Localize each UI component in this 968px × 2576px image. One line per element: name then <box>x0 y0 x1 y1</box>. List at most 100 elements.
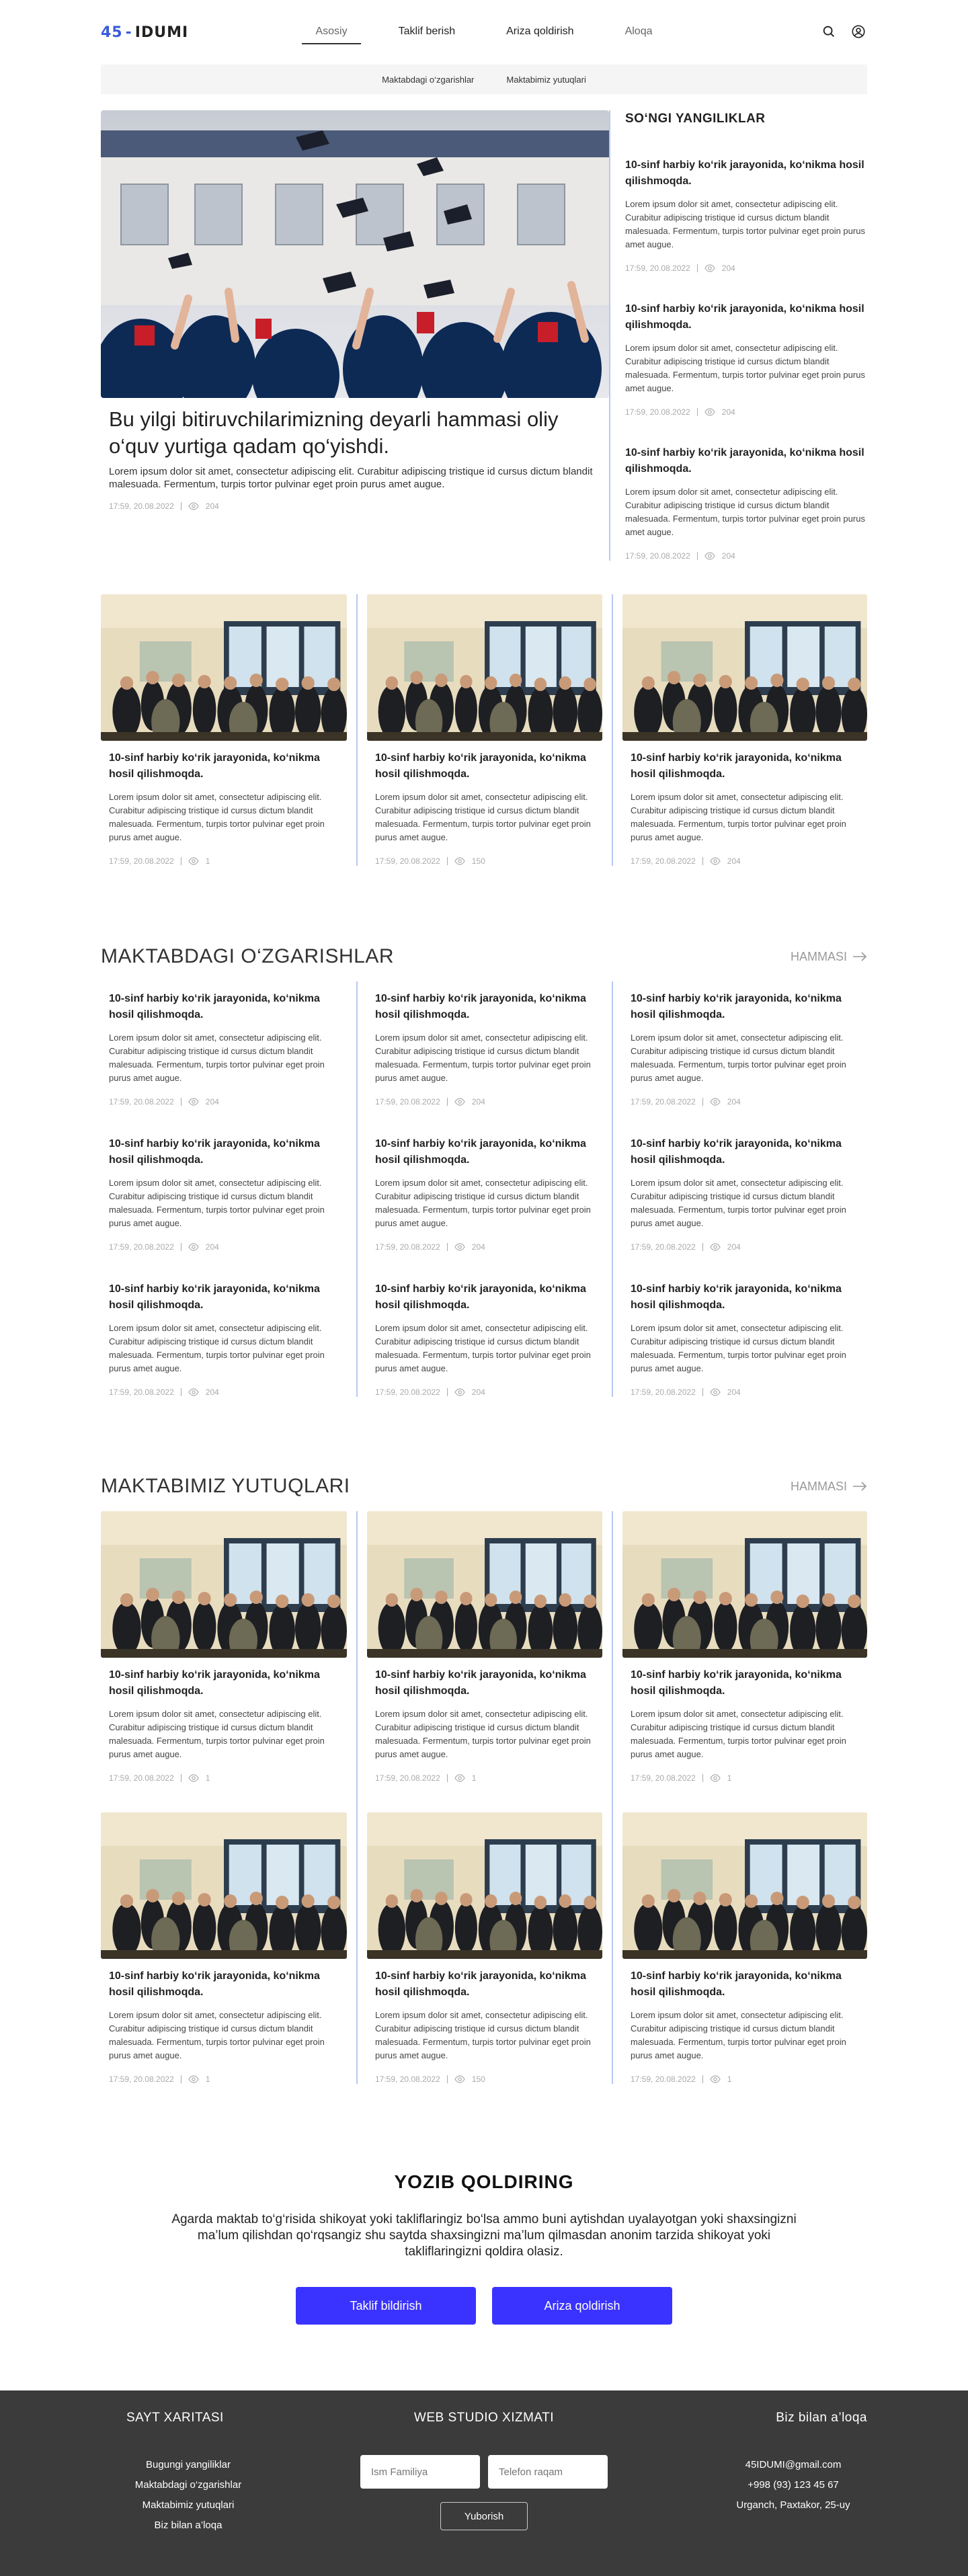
date-label: 17:59, 20.08.2022 <box>631 856 696 866</box>
nav-contact[interactable]: Aloqa <box>612 20 666 44</box>
card-title[interactable]: 10-sinf harbiy ko‘rik jarayonida, ko‘nik… <box>631 1667 859 1699</box>
card-title[interactable]: 10-sinf harbiy ko‘rik jarayonida, ko‘nik… <box>631 991 859 1023</box>
news-card[interactable]: 10-sinf harbiy ko‘rik jarayonida, ko‘nik… <box>622 1136 867 1252</box>
featured-title[interactable]: Bu yilgi bitiruvchilarimizning deyarli h… <box>109 406 601 460</box>
news-card[interactable]: 10-sinf harbiy ko‘rik jarayonida, ko‘nik… <box>622 1281 867 1397</box>
news-card[interactable]: 10-sinf harbiy ko‘rik jarayonida, ko‘nik… <box>367 1968 602 2084</box>
contact-email[interactable]: 45IDUMI@gmail.com <box>719 2455 867 2475</box>
news-card[interactable]: 10-sinf harbiy ko‘rik jarayonida, ko‘nik… <box>367 1667 602 1783</box>
card-title[interactable]: 10-sinf harbiy ko‘rik jarayonida, ko‘nik… <box>109 1667 339 1699</box>
card-description: Lorem ipsum dolor sit amet, consectetur … <box>375 1323 591 1373</box>
article-meta: 17:59, 20.08.2022 204 <box>109 1387 339 1397</box>
classroom-photo <box>101 594 347 741</box>
changes-column: 10-sinf harbiy ko‘rik jarayonida, ko‘nik… <box>101 981 356 1397</box>
card-title[interactable]: 10-sinf harbiy ko‘rik jarayonida, ko‘nik… <box>109 750 339 782</box>
card-title[interactable]: 10-sinf harbiy ko‘rik jarayonida, ko‘nik… <box>375 1968 594 2001</box>
views-count: 1 <box>471 1773 477 1783</box>
request-button[interactable]: Ariza qoldirish <box>492 2287 672 2325</box>
news-card[interactable]: 10-sinf harbiy ko‘rik jarayonida, ko‘nik… <box>101 1136 347 1252</box>
send-button[interactable]: Yuborish <box>440 2502 528 2530</box>
phone-field[interactable] <box>488 2455 608 2489</box>
subnav-changes[interactable]: Maktabdagi o‘zgarishlar <box>382 75 474 85</box>
card-title[interactable]: 10-sinf harbiy ko‘rik jarayonida, ko‘nik… <box>375 1667 594 1699</box>
nav-home[interactable]: Asosiy <box>302 20 361 44</box>
eye-icon <box>454 1098 465 1106</box>
achievements-all-link[interactable]: HAMMASI <box>791 1480 867 1494</box>
news-card[interactable]: 10-sinf harbiy ko‘rik jarayonida, ko‘nik… <box>622 1968 867 2084</box>
news-card[interactable]: 10-sinf harbiy ko‘rik jarayonida, ko‘nik… <box>367 750 602 866</box>
subnav-achievements[interactable]: Maktabimiz yutuqlari <box>506 75 586 85</box>
latest-news-item[interactable]: 10-sinf harbiy ko‘rik jarayonida, ko‘nik… <box>625 157 867 273</box>
latest-news-item[interactable]: 10-sinf harbiy ko‘rik jarayonida, ko‘nik… <box>625 445 867 561</box>
date-label: 17:59, 20.08.2022 <box>109 856 174 866</box>
card-title[interactable]: 10-sinf harbiy ko‘rik jarayonida, ko‘nik… <box>631 750 859 782</box>
news-card[interactable]: 10-sinf harbiy ko‘rik jarayonida, ko‘nik… <box>367 991 602 1106</box>
news-card[interactable]: 10-sinf harbiy ko‘rik jarayonida, ko‘nik… <box>622 991 867 1106</box>
card-title[interactable]: 10-sinf harbiy ko‘rik jarayonida, ko‘nik… <box>631 1136 859 1168</box>
article-meta: 17:59, 20.08.2022 1 <box>109 856 339 866</box>
news-card[interactable]: 10-sinf harbiy ko‘rik jarayonida, ko‘nik… <box>101 1667 347 1783</box>
news-card[interactable]: 10-sinf harbiy ko‘rik jarayonida, ko‘nik… <box>101 1281 347 1397</box>
eye-icon <box>710 1774 721 1782</box>
header-actions <box>733 24 867 40</box>
date-label: 17:59, 20.08.2022 <box>631 1242 696 1252</box>
changes-all-link[interactable]: HAMMASI <box>791 950 867 964</box>
article-meta: 17:59, 20.08.2022 204 <box>631 1097 859 1106</box>
article-meta: 17:59, 20.08.2022 204 <box>109 1242 339 1252</box>
card-title[interactable]: 10-sinf harbiy ko‘rik jarayonida, ko‘nik… <box>109 1136 339 1168</box>
feedback-buttons: Taklif bildirish Ariza qoldirish <box>101 2287 867 2325</box>
meta-divider <box>446 1388 448 1396</box>
eye-icon <box>710 1243 721 1251</box>
news-card[interactable]: 10-sinf harbiy ko‘rik jarayonida, ko‘nik… <box>101 750 347 866</box>
classroom-photo <box>101 1812 347 1959</box>
user-icon[interactable] <box>851 24 867 40</box>
achievements-grid: 10-sinf harbiy ko‘rik jarayonida, ko‘nik… <box>101 1511 867 2084</box>
search-icon[interactable] <box>821 24 838 40</box>
news-card[interactable]: 10-sinf harbiy ko‘rik jarayonida, ko‘nik… <box>622 1667 867 1783</box>
sitemap-item-contact[interactable]: Biz bilan a’loqa <box>155 2520 223 2531</box>
card-description: Lorem ipsum dolor sit amet, consectetur … <box>631 1178 846 1228</box>
card-title[interactable]: 10-sinf harbiy ko‘rik jarayonida, ko‘nik… <box>375 991 594 1023</box>
card-title[interactable]: 10-sinf harbiy ko‘rik jarayonida, ko‘nik… <box>109 991 339 1023</box>
latest-news-item[interactable]: 10-sinf harbiy ko‘rik jarayonida, ko‘nik… <box>625 301 867 417</box>
card-title[interactable]: 10-sinf harbiy ko‘rik jarayonida, ko‘nik… <box>631 1968 859 2001</box>
card-title[interactable]: 10-sinf harbiy ko‘rik jarayonida, ko‘nik… <box>625 157 867 190</box>
main-nav: Asosiy Taklif berish Ariza qoldirish Alo… <box>302 20 666 44</box>
site-logo[interactable]: 45- IDUMI <box>101 24 235 41</box>
article-meta: 17:59, 20.08.2022 204 <box>631 1242 859 1252</box>
eye-icon <box>454 1243 465 1251</box>
card-title[interactable]: 10-sinf harbiy ko‘rik jarayonida, ko‘nik… <box>109 1968 339 2001</box>
views-count: 204 <box>727 1097 741 1106</box>
nav-request[interactable]: Ariza qoldirish <box>493 20 587 44</box>
meta-divider <box>180 857 182 865</box>
card-title[interactable]: 10-sinf harbiy ko‘rik jarayonida, ko‘nik… <box>625 301 867 333</box>
sitemap-item-changes[interactable]: Maktabdagi o‘zgarishlar <box>135 2479 241 2491</box>
sitemap-item-news[interactable]: Bugungi yangiliklar <box>146 2459 231 2470</box>
news-card[interactable]: 10-sinf harbiy ko‘rik jarayonida, ko‘nik… <box>101 1968 347 2084</box>
suggest-button[interactable]: Taklif bildirish <box>296 2287 476 2325</box>
nav-suggest[interactable]: Taklif berish <box>385 20 469 44</box>
classroom-photo <box>367 594 602 741</box>
card-title[interactable]: 10-sinf harbiy ko‘rik jarayonida, ko‘nik… <box>375 1281 594 1314</box>
contact-phone[interactable]: +998 (93) 123 45 67 <box>719 2475 867 2495</box>
card-title[interactable]: 10-sinf harbiy ko‘rik jarayonida, ko‘nik… <box>631 1281 859 1314</box>
news-card[interactable]: 10-sinf harbiy ko‘rik jarayonida, ko‘nik… <box>101 991 347 1106</box>
eye-icon <box>710 857 721 865</box>
card-title[interactable]: 10-sinf harbiy ko‘rik jarayonida, ko‘nik… <box>109 1281 339 1314</box>
name-field[interactable] <box>360 2455 480 2489</box>
card-title[interactable]: 10-sinf harbiy ko‘rik jarayonida, ko‘nik… <box>375 750 594 782</box>
featured-article[interactable]: Bu yilgi bitiruvchilarimizning deyarli h… <box>101 110 609 561</box>
card-description: Lorem ipsum dolor sit amet, consectetur … <box>631 1033 846 1083</box>
news-card[interactable]: 10-sinf harbiy ko‘rik jarayonida, ko‘nik… <box>622 750 867 866</box>
date-label: 17:59, 20.08.2022 <box>109 501 174 511</box>
meta-divider <box>702 1774 703 1782</box>
date-label: 17:59, 20.08.2022 <box>109 1773 174 1783</box>
card-title[interactable]: 10-sinf harbiy ko‘rik jarayonida, ko‘nik… <box>625 445 867 477</box>
eye-icon <box>454 2075 465 2083</box>
sitemap-item-achievements[interactable]: Maktabimiz yutuqlari <box>143 2499 235 2511</box>
card-description: Lorem ipsum dolor sit amet, consectetur … <box>375 1709 591 1759</box>
article-meta: 17:59, 20.08.2022 204 <box>375 1387 594 1397</box>
news-card[interactable]: 10-sinf harbiy ko‘rik jarayonida, ko‘nik… <box>367 1281 602 1397</box>
news-card[interactable]: 10-sinf harbiy ko‘rik jarayonida, ko‘nik… <box>367 1136 602 1252</box>
card-title[interactable]: 10-sinf harbiy ko‘rik jarayonida, ko‘nik… <box>375 1136 594 1168</box>
